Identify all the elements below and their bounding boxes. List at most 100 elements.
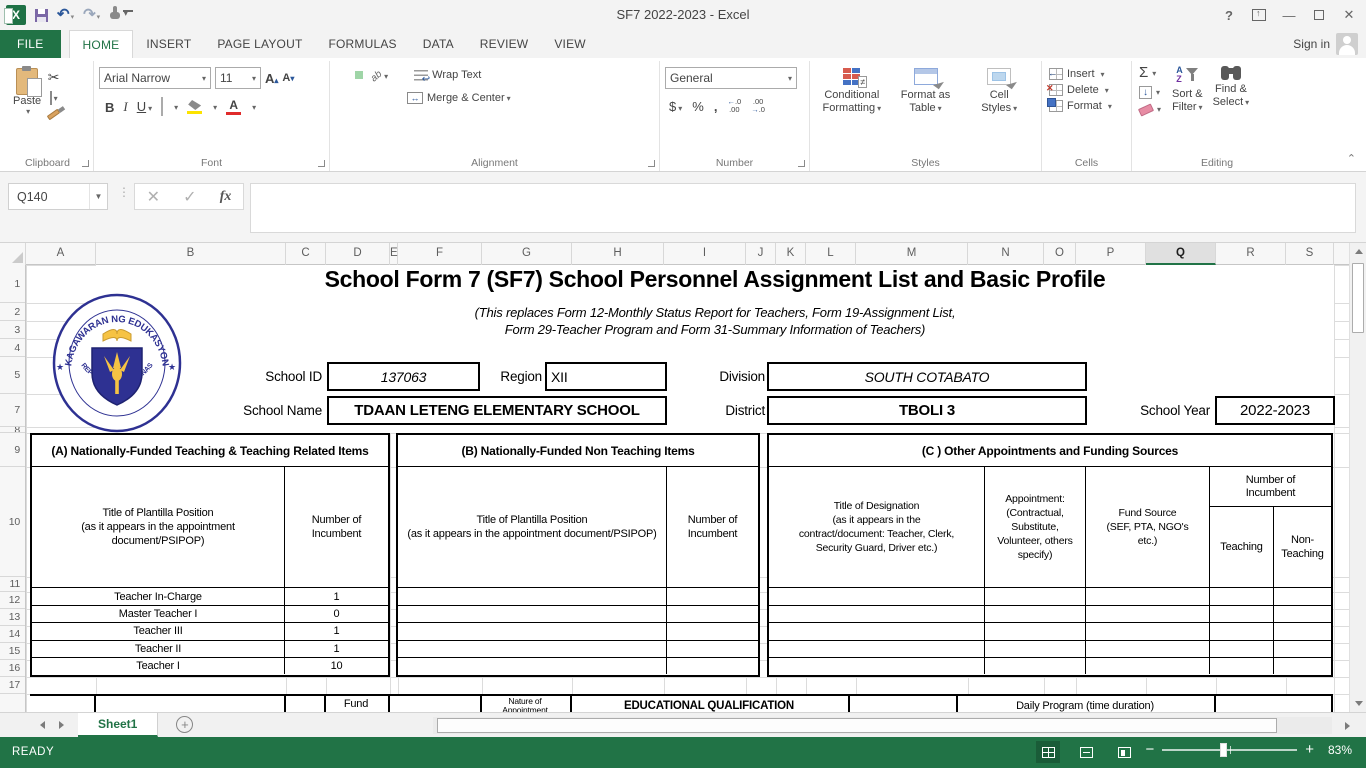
autosum-button[interactable]: Σ ▾ <box>1139 65 1161 80</box>
position-title-cell[interactable] <box>398 640 667 657</box>
minimize-button[interactable]: — <box>1274 1 1304 29</box>
appointment-cell[interactable] <box>985 623 1086 640</box>
zoom-in-button[interactable]: + <box>1305 742 1314 757</box>
column-header-R[interactable]: R <box>1216 243 1286 265</box>
row-header-14[interactable]: 14 <box>0 626 25 643</box>
incumbent-count-cell[interactable]: 0 <box>285 606 388 622</box>
restore-button[interactable] <box>1304 1 1334 29</box>
incumbent-count-cell[interactable]: 10 <box>285 658 388 674</box>
zoom-slider[interactable] <box>1162 743 1298 757</box>
position-title-cell[interactable] <box>398 588 667 606</box>
bottom-align-button[interactable] <box>355 71 363 79</box>
comma-style-button[interactable]: , <box>714 99 718 114</box>
row-header-15[interactable]: 15 <box>0 643 25 660</box>
delete-caret-icon[interactable]: ▾ <box>1105 86 1109 95</box>
collapse-ribbon-icon[interactable]: ⌃ <box>1347 152 1356 165</box>
fund-source-cell[interactable] <box>1086 588 1210 606</box>
tab-page-layout[interactable]: PAGE LAYOUT <box>204 30 315 58</box>
position-title-cell[interactable]: Teacher II <box>32 640 285 657</box>
zoom-slider-thumb[interactable] <box>1220 743 1228 757</box>
position-title-cell[interactable]: Teacher In-Charge <box>32 588 285 606</box>
column-header-N[interactable]: N <box>968 243 1044 265</box>
horizontal-scroll-thumb[interactable] <box>437 718 1278 733</box>
format-painter-icon[interactable] <box>46 108 61 121</box>
position-title-cell[interactable]: Master Teacher I <box>32 606 285 623</box>
row-header-1[interactable]: 1 <box>0 265 25 303</box>
tab-file[interactable]: FILE <box>0 30 61 58</box>
clipboard-dialog-launcher-icon[interactable] <box>82 160 89 167</box>
column-header-P[interactable]: P <box>1076 243 1146 265</box>
delete-cells-button[interactable]: Delete ▾ <box>1046 83 1124 96</box>
cell-styles-button[interactable]: Cell Styles ▾ <box>962 64 1036 115</box>
column-header-E[interactable]: E <box>390 243 398 265</box>
previous-sheet-icon[interactable] <box>40 721 45 729</box>
designation-cell[interactable] <box>769 640 985 657</box>
incumbent-count-cell[interactable]: 1 <box>285 641 388 657</box>
nonteaching-count-cell[interactable] <box>1274 623 1331 639</box>
number-format-select[interactable]: General ▾ <box>665 67 797 89</box>
borders-button[interactable] <box>161 97 164 116</box>
column-header-Q[interactable]: Q <box>1146 243 1216 265</box>
clear-caret-icon[interactable]: ▾ <box>1157 105 1161 114</box>
row-header-17[interactable]: 17 <box>0 677 25 694</box>
select-all-corner[interactable] <box>0 243 26 265</box>
column-header-G[interactable]: G <box>482 243 572 265</box>
accounting-format-button[interactable]: $ ▾ <box>669 99 682 114</box>
zoom-level[interactable]: 83% <box>1322 743 1352 757</box>
paste-caret-icon[interactable]: ▾ <box>26 107 30 116</box>
teaching-count-cell[interactable] <box>1210 623 1274 640</box>
increase-indent-button[interactable] <box>383 94 391 102</box>
fund-source-cell[interactable] <box>1086 606 1210 623</box>
cancel-entry-icon[interactable]: ✕ <box>147 187 160 207</box>
column-header-K[interactable]: K <box>776 243 806 265</box>
column-header-C[interactable]: C <box>286 243 326 265</box>
scroll-right-icon[interactable] <box>1345 722 1350 730</box>
wrap-text-button[interactable]: Wrap Text <box>414 69 481 85</box>
nonteaching-count-cell[interactable] <box>1274 606 1331 622</box>
confirm-entry-icon[interactable]: ✓ <box>183 187 196 207</box>
position-title-cell[interactable] <box>398 657 667 674</box>
school-id-cell[interactable]: 137063 <box>327 362 480 391</box>
format-caret-icon[interactable]: ▾ <box>1108 102 1112 111</box>
column-header-D[interactable]: D <box>326 243 390 265</box>
tab-review[interactable]: REVIEW <box>467 30 542 58</box>
font-color-caret-icon[interactable]: ▾ <box>252 103 256 112</box>
ribbon-display-options-button[interactable] <box>1244 1 1274 29</box>
bold-button[interactable]: B <box>105 100 114 115</box>
fill-color-button[interactable] <box>187 100 203 114</box>
row-header-9[interactable]: 9 <box>0 433 25 467</box>
merge-center-caret-icon[interactable]: ▾ <box>507 94 511 103</box>
new-sheet-button[interactable]: + <box>176 716 194 733</box>
nonteaching-count-cell[interactable] <box>1274 658 1331 674</box>
number-dialog-launcher-icon[interactable] <box>798 160 805 167</box>
row-header-3[interactable]: 3 <box>0 321 25 339</box>
name-box-caret-icon[interactable]: ▼ <box>89 184 107 209</box>
decrease-decimal-button[interactable]: .00 →.0 <box>751 98 765 114</box>
tab-data[interactable]: DATA <box>410 30 467 58</box>
teaching-count-cell[interactable] <box>1210 640 1274 657</box>
vertical-scroll-thumb[interactable] <box>1352 263 1364 333</box>
tab-home[interactable]: HOME <box>68 30 134 58</box>
incumbent-count-cell[interactable] <box>667 623 758 639</box>
accounting-caret-icon[interactable]: ▾ <box>678 104 682 113</box>
incumbent-count-cell[interactable] <box>667 658 758 674</box>
vertical-scrollbar[interactable] <box>1349 243 1366 712</box>
row-header-12[interactable]: 12 <box>0 592 25 609</box>
copy-caret-icon[interactable]: ▾ <box>54 94 58 103</box>
incumbent-count-cell[interactable] <box>667 606 758 622</box>
column-header-I[interactable]: I <box>664 243 746 265</box>
align-left-button[interactable] <box>335 94 343 102</box>
designation-cell[interactable] <box>769 588 985 606</box>
school-year-cell[interactable]: 2022-2023 <box>1215 396 1335 425</box>
normal-view-button[interactable] <box>1036 741 1060 763</box>
conditional-formatting-button[interactable]: Conditional Formatting▾ <box>815 64 889 115</box>
nonteaching-count-cell[interactable] <box>1274 588 1331 605</box>
designation-cell[interactable] <box>769 657 985 674</box>
cut-icon[interactable]: ✂ <box>48 70 60 84</box>
font-dialog-launcher-icon[interactable] <box>318 160 325 167</box>
next-sheet-icon[interactable] <box>59 721 64 729</box>
row-header-10[interactable]: 10 <box>0 467 25 577</box>
row-header-11[interactable]: 11 <box>0 577 25 592</box>
insert-cells-button[interactable]: Insert ▾ <box>1048 68 1124 80</box>
align-right-button[interactable] <box>355 94 363 102</box>
